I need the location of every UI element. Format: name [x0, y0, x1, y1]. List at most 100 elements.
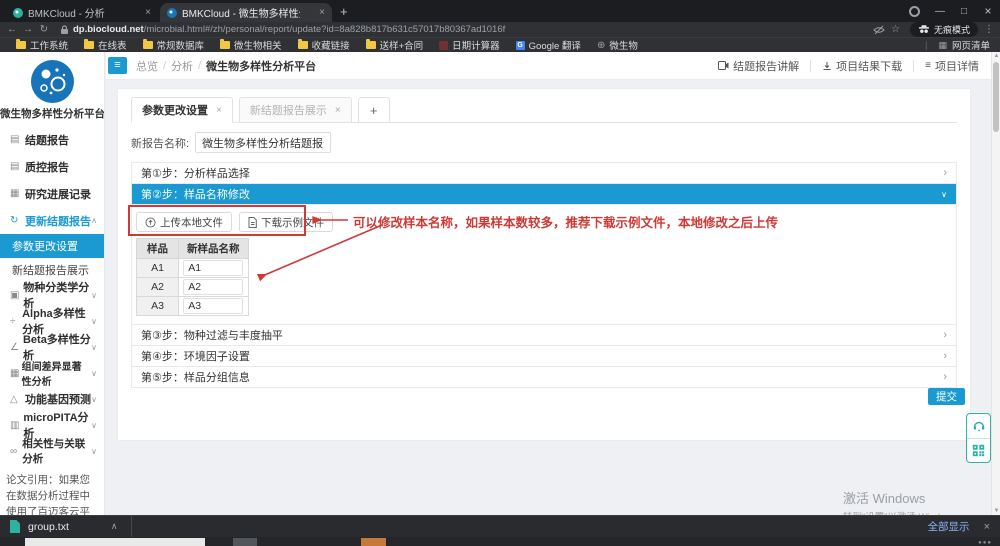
header-actions: 结题报告讲解 项目结果下载 ≡ 项目详情: [718, 58, 979, 74]
bookmark-label: 收藏链接: [312, 38, 350, 52]
beta-icon: ∠: [10, 342, 23, 353]
step-1-sample-selection[interactable]: 第①步：分析样品选择›: [132, 163, 956, 184]
sidebar-item-label: 新结题报告展示: [12, 262, 89, 278]
bookmark-label: 送样+合同: [380, 38, 424, 52]
bookmark-item[interactable]: 常规数据库: [143, 38, 205, 52]
bookmark-item[interactable]: 送样+合同: [366, 38, 424, 52]
taskbar-app-segment: [361, 538, 386, 546]
menu-toggle-button[interactable]: ≡: [108, 57, 127, 74]
step-3-species-filter[interactable]: 第③步：物种过滤与丰度抽平›: [132, 325, 956, 346]
tab-close-icon[interactable]: ×: [216, 105, 222, 116]
incognito-label: 无痕模式: [934, 23, 970, 36]
window-minimize-button[interactable]: —: [928, 6, 952, 17]
tab-new-report-display[interactable]: 新结题报告展示×: [239, 97, 352, 123]
customer-service-button[interactable]: [967, 414, 990, 438]
window-close-button[interactable]: ×: [976, 4, 1000, 18]
sidebar-item-label: 相关性与关联分析: [22, 436, 91, 466]
downloaded-filename[interactable]: group.txt: [28, 521, 69, 533]
taskbar-tray-dots: ●●●: [978, 540, 992, 546]
chevron-down-icon: ∨: [91, 291, 97, 300]
bmkcloud-favicon-icon: [167, 8, 177, 18]
step-2-sample-rename[interactable]: 第②步：样品名称修改∨: [132, 184, 956, 205]
add-tab-button[interactable]: +: [358, 97, 390, 123]
tab-close-icon[interactable]: ×: [313, 7, 325, 18]
address-bar[interactable]: dp.biocloud.net/microbial.html#/zh/perso…: [60, 24, 505, 35]
scroll-up-icon[interactable]: ▲: [992, 53, 1000, 59]
globe-icon: ⊕: [597, 40, 605, 51]
step-4-env-factor[interactable]: 第④步：环境因子设置›: [132, 346, 956, 367]
upload-local-file-button[interactable]: 上传本地文件: [136, 212, 232, 232]
bookmark-star-icon[interactable]: ☆: [891, 24, 900, 35]
bookmark-label: 工作系统: [30, 38, 68, 52]
bookmark-item[interactable]: ⊕微生物: [597, 38, 638, 52]
download-options-chevron-icon[interactable]: ∧: [111, 521, 118, 532]
download-example-file-button[interactable]: 下载示例文件: [239, 212, 333, 232]
report-name-input[interactable]: [195, 132, 331, 153]
sidebar-item-final-report[interactable]: ▤结题报告: [0, 126, 105, 153]
submit-button[interactable]: 提交: [928, 388, 965, 405]
chevron-down-icon: ∨: [91, 447, 97, 456]
chevron-down-icon: ∨: [91, 317, 97, 326]
show-all-downloads-button[interactable]: 全部显示: [928, 519, 970, 534]
bookmark-item[interactable]: 收藏链接: [298, 38, 350, 52]
step-2-panel: 上传本地文件 下载示例文件 样品 新样品名称 A1: [132, 205, 956, 325]
folder-icon: [366, 41, 376, 49]
forward-icon[interactable]: →: [20, 24, 36, 35]
sidebar: 微生物多样性分析平台 ▤结题报告 ▤质控报告 ▦研究进展记录 ↻更新结题报告∧ …: [0, 52, 105, 515]
eye-off-icon[interactable]: [873, 25, 885, 35]
new-sample-name-input[interactable]: [183, 279, 243, 295]
report-explain-button[interactable]: 结题报告讲解: [718, 58, 799, 74]
bookmark-item[interactable]: 在线表: [84, 38, 127, 52]
sidebar-item-progress-record[interactable]: ▦研究进展记录: [0, 180, 105, 207]
refresh-icon: ↻: [10, 215, 25, 226]
sidebar-item-correlation[interactable]: ∞相关性与关联分析∨: [0, 438, 105, 464]
bookmark-label: Google 翻译: [529, 38, 581, 52]
tab-parameter-settings[interactable]: 参数更改设置×: [131, 97, 233, 123]
reload-icon[interactable]: ↻: [36, 24, 52, 35]
bookmark-item[interactable]: 工作系统: [16, 38, 68, 52]
sidebar-item-micropita[interactable]: ▥microPITA分析∨: [0, 412, 105, 438]
browser-tab-inactive[interactable]: BMKCloud - 分析 ×: [6, 3, 158, 22]
scroll-down-icon[interactable]: ▼: [992, 508, 1000, 514]
qr-code-icon: [972, 444, 985, 457]
tab-close-icon[interactable]: ×: [335, 105, 341, 116]
bookmark-label: 在线表: [98, 38, 127, 52]
step-5-group-info[interactable]: 第⑤步：样品分组信息›: [132, 367, 956, 388]
new-sample-name-input[interactable]: [183, 260, 243, 276]
sidebar-item-beta-diversity[interactable]: ∠Beta多样性分析∨: [0, 334, 105, 360]
reading-list-button[interactable]: | ▦ 网页清单: [925, 38, 990, 52]
project-detail-button[interactable]: ≡ 项目详情: [925, 58, 979, 74]
sidebar-item-group-difference[interactable]: ▦组间差异显著性分析∨: [0, 360, 105, 386]
browser-menu-icon[interactable]: ⋮: [984, 24, 994, 35]
report-name-label: 新报告名称:: [131, 135, 189, 151]
tab-search-icon[interactable]: [909, 6, 920, 17]
qr-code-button[interactable]: [967, 438, 990, 463]
browser-tab-active[interactable]: BMKCloud - 微生物多样性分析 ×: [160, 3, 332, 22]
folder-icon: [298, 41, 308, 49]
sidebar-item-qc-report[interactable]: ▤质控报告: [0, 153, 105, 180]
downloads-bar-close-icon[interactable]: ×: [984, 521, 990, 533]
bookmark-item[interactable]: GGoogle 翻译: [516, 38, 581, 52]
project-result-download-button[interactable]: 项目结果下载: [822, 58, 902, 74]
sidebar-subitem-parameter-settings[interactable]: 参数更改设置: [0, 234, 105, 258]
sidebar-item-update-report[interactable]: ↻更新结题报告∧: [0, 207, 105, 234]
chevron-down-icon: ∨: [941, 190, 947, 199]
new-sample-name-input[interactable]: [183, 298, 243, 314]
sidebar-item-label: 功能基因预测: [25, 391, 91, 407]
scrollbar-thumb[interactable]: [993, 62, 999, 132]
page-scrollbar[interactable]: ▲ ▼: [991, 52, 1000, 515]
document-icon: ▤: [10, 134, 25, 145]
bookmark-item[interactable]: 日期计算器: [439, 38, 500, 52]
bookmark-item[interactable]: 微生物相关: [220, 38, 282, 52]
breadcrumb-overview[interactable]: 总览: [136, 58, 158, 74]
step-label: 第④步：环境因子设置: [141, 348, 250, 364]
tab-close-icon[interactable]: ×: [139, 7, 151, 18]
browser-tab-strip: BMKCloud - 分析 × BMKCloud - 微生物多样性分析 × + …: [0, 0, 1000, 22]
chevron-right-icon: ›: [943, 329, 947, 341]
window-maximize-button[interactable]: □: [952, 6, 976, 17]
back-icon[interactable]: ←: [4, 24, 20, 35]
bookmark-label: 常规数据库: [157, 38, 205, 52]
breadcrumb-analysis[interactable]: 分析: [171, 58, 193, 74]
action-label: 项目结果下载: [836, 58, 902, 74]
new-tab-button[interactable]: +: [340, 4, 348, 19]
